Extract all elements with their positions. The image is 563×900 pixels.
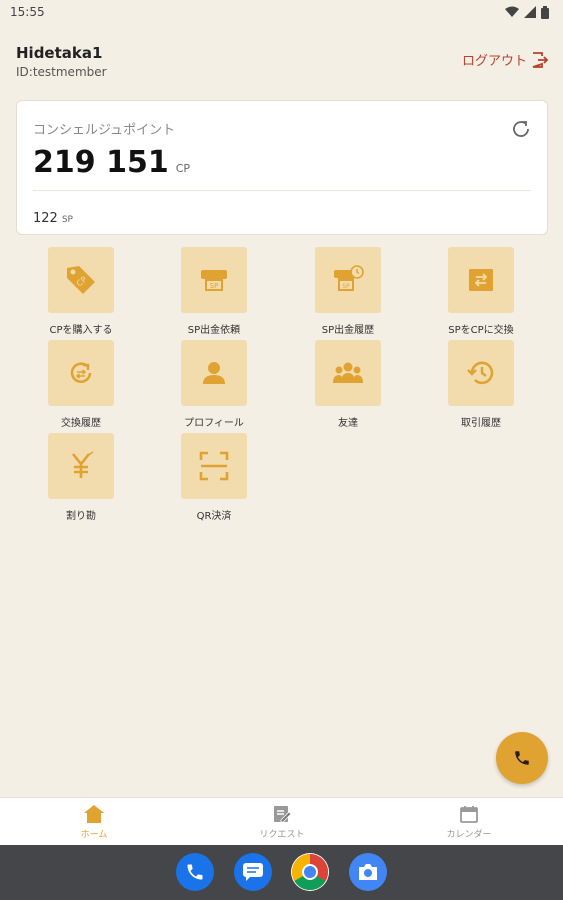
menu-tile[interactable] — [448, 340, 514, 406]
menu-label: 割り勘 — [66, 511, 96, 522]
bottom-nav: ホーム リクエスト カレンダー — [0, 797, 563, 845]
phone-icon — [187, 864, 203, 880]
menu-item-split-bill[interactable]: 割り勘 — [26, 433, 136, 525]
exchange-history-icon — [70, 362, 92, 383]
signal-icon — [524, 6, 536, 18]
menu-item-sp-history[interactable]: SP SP出金履歴 — [293, 247, 403, 339]
calendar-icon — [460, 806, 478, 823]
menu-label: SP出金依頼 — [187, 325, 241, 336]
svg-text:SP: SP — [210, 282, 219, 290]
menu-label: 取引履歴 — [461, 418, 501, 429]
phone-icon — [515, 751, 529, 765]
wifi-icon — [505, 6, 519, 17]
menu-tile[interactable]: SP — [181, 247, 247, 313]
menu-item-friends[interactable]: 友達 — [293, 340, 403, 432]
logout-button[interactable]: ログアウト — [462, 50, 549, 69]
nav-item-calendar[interactable]: カレンダー — [375, 798, 563, 846]
dock-camera-app[interactable] — [349, 853, 387, 891]
refresh-button[interactable] — [509, 117, 533, 141]
menu-item-profile[interactable]: プロフィール — [159, 340, 269, 432]
logout-icon — [532, 51, 549, 68]
cp-tag-icon: CP — [67, 266, 95, 294]
nav-item-home[interactable]: ホーム — [0, 798, 188, 846]
menu-tile[interactable] — [181, 340, 247, 406]
sp-history-icon: SP — [334, 265, 364, 291]
message-icon — [243, 863, 263, 881]
chrome-icon — [291, 854, 329, 891]
menu-item-transaction-history[interactable]: 取引履歴 — [426, 340, 536, 432]
menu-tile[interactable]: CP — [48, 247, 114, 313]
status-icons — [505, 5, 549, 19]
friends-icon — [333, 362, 363, 383]
call-fab[interactable] — [496, 732, 548, 784]
battery-icon — [541, 5, 549, 19]
sp-withdraw-icon: SP — [201, 270, 227, 291]
nav-label: カレンダー — [446, 830, 492, 840]
menu-label: CPを購入する — [49, 325, 113, 336]
menu-item-sp-withdraw[interactable]: SP SP出金依頼 — [159, 247, 269, 339]
svg-text:SP: SP — [342, 283, 350, 290]
card-divider — [33, 190, 531, 191]
menu-label: SPをCPに交換 — [448, 325, 514, 336]
menu-label: 交換履歴 — [61, 418, 101, 429]
menu-tile[interactable] — [48, 340, 114, 406]
dock-phone-app[interactable] — [176, 853, 214, 891]
dock-messages-app[interactable] — [234, 853, 272, 891]
person-icon — [203, 362, 225, 384]
menu-tile[interactable]: SP — [315, 247, 381, 313]
history-icon — [467, 361, 494, 385]
cp-balance: 219 151 CP — [33, 145, 190, 180]
user-info: Hidetaka1 ID:testmember — [16, 44, 107, 79]
refresh-icon — [513, 121, 529, 137]
menu-item-exchange-history[interactable]: 交換履歴 — [26, 340, 136, 432]
user-name: Hidetaka1 — [16, 44, 103, 62]
menu-item-sp-to-cp[interactable]: SPをCPに交換 — [426, 247, 536, 339]
status-bar: 15:55 — [0, 0, 563, 24]
status-time: 15:55 — [10, 5, 45, 19]
qr-scan-icon — [199, 451, 229, 481]
menu-label: QR決済 — [196, 511, 232, 522]
menu-tile[interactable] — [181, 433, 247, 499]
menu-tile[interactable] — [448, 247, 514, 313]
user-id: ID:testmember — [16, 65, 107, 79]
menu-item-buy-cp[interactable]: CP CPを購入する — [26, 247, 136, 339]
exchange-icon — [469, 269, 493, 291]
menu-label: 友達 — [338, 418, 358, 429]
menu-tile[interactable] — [48, 433, 114, 499]
menu-item-qr-payment[interactable]: QR決済 — [159, 433, 269, 525]
nav-label: リクエスト — [259, 830, 305, 840]
points-card: コンシェルジュポイント 219 151 CP 122 SP — [16, 100, 548, 235]
dock-chrome-app[interactable] — [291, 853, 329, 891]
sp-value: 122 — [33, 211, 58, 226]
points-card-title: コンシェルジュポイント — [33, 123, 176, 138]
logout-label: ログアウト — [461, 54, 527, 69]
camera-icon — [359, 864, 377, 880]
sp-unit: SP — [61, 215, 73, 225]
cp-value: 219 151 — [33, 145, 169, 180]
nav-label: ホーム — [80, 830, 108, 840]
menu-label: プロフィール — [184, 418, 244, 429]
home-icon — [84, 805, 104, 823]
sp-balance: 122 SP — [33, 211, 73, 226]
yen-split-icon — [71, 451, 94, 478]
menu-label: SP出金履歴 — [321, 325, 375, 336]
cp-unit: CP — [175, 162, 191, 175]
nav-item-request[interactable]: リクエスト — [188, 798, 376, 846]
menu-tile[interactable] — [315, 340, 381, 406]
request-icon — [274, 806, 292, 823]
system-dock — [0, 845, 563, 900]
